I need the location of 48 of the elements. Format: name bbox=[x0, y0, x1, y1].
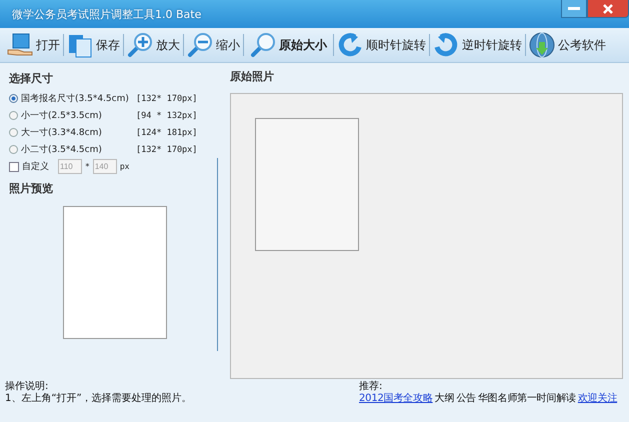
size-option-label: 小一寸(2.5*3.5cm) bbox=[21, 110, 103, 122]
times-sign: * bbox=[85, 162, 90, 171]
radio-button[interactable] bbox=[9, 128, 18, 137]
globe-download-icon bbox=[529, 32, 555, 58]
toolbar-button[interactable]: 打开 bbox=[4, 29, 63, 61]
recommend-text: 公告 bbox=[456, 393, 476, 405]
close-icon bbox=[603, 4, 613, 14]
window-title: 微学公务员考试照片调整工具1.0 Bate bbox=[11, 6, 202, 22]
radio-button[interactable] bbox=[9, 111, 18, 120]
toolbar-button[interactable]: 保存 bbox=[64, 29, 123, 61]
toolbar-button[interactable]: 放大 bbox=[124, 29, 183, 61]
recommend-text: 华图名师第一时间解读 bbox=[478, 393, 576, 405]
minimize-button[interactable] bbox=[561, 0, 587, 18]
pixel-size: [94 * 132px] bbox=[136, 110, 198, 120]
recommend-text: 大纲 bbox=[434, 393, 454, 405]
toolbar-button[interactable]: 逆时针旋转 bbox=[430, 29, 525, 61]
documents-icon bbox=[67, 32, 93, 58]
checkbox[interactable] bbox=[9, 162, 19, 172]
section-title: 选择尺寸 bbox=[9, 71, 54, 86]
pixel-size: [124* 181px] bbox=[136, 128, 198, 138]
custom-label: 自定义 bbox=[22, 160, 49, 173]
recommend-title: 推荐: bbox=[359, 381, 384, 393]
instruction-text: 1、左上角“打开”，选择需要处理的照片。 bbox=[5, 393, 192, 405]
zoom-out-icon bbox=[187, 32, 213, 58]
minimize-icon bbox=[568, 6, 580, 10]
size-option-label: 小二寸(3.5*4.5cm) bbox=[21, 144, 103, 156]
toolbar-button[interactable]: 缩小 bbox=[184, 29, 243, 61]
pixel-size: [132* 170px] bbox=[136, 144, 198, 154]
size-option-label: 大一寸(3.3*4.8cm) bbox=[21, 126, 103, 139]
recommend-link[interactable]: 2012国考全攻略 bbox=[359, 393, 433, 405]
toolbar-button[interactable]: 公考软件 bbox=[526, 29, 609, 61]
instructions-title: 操作说明: bbox=[5, 381, 50, 392]
zoom-in-icon bbox=[127, 32, 153, 58]
toolbar-button[interactable]: 原始大小 bbox=[244, 29, 333, 61]
close-button[interactable] bbox=[587, 0, 629, 18]
recommend-link[interactable]: 欢迎关注 bbox=[578, 393, 618, 405]
radio-button[interactable] bbox=[9, 145, 18, 154]
section-title: 原始照片 bbox=[230, 69, 275, 84]
rotate-counterclockwise-icon bbox=[433, 32, 459, 58]
radio-button[interactable] bbox=[9, 94, 18, 103]
pixel-size: [132* 170px] bbox=[136, 94, 198, 104]
hand-screen-icon bbox=[7, 32, 33, 58]
unit-label: px bbox=[120, 162, 130, 171]
rotate-clockwise-icon bbox=[337, 32, 363, 58]
section-title: 照片预览 bbox=[9, 181, 54, 196]
magnifier-icon bbox=[250, 32, 276, 58]
toolbar-button[interactable]: 顺时针旋转 bbox=[334, 29, 429, 61]
size-option-label: 国考报名尺寸(3.5*4.5cm) bbox=[21, 92, 130, 105]
